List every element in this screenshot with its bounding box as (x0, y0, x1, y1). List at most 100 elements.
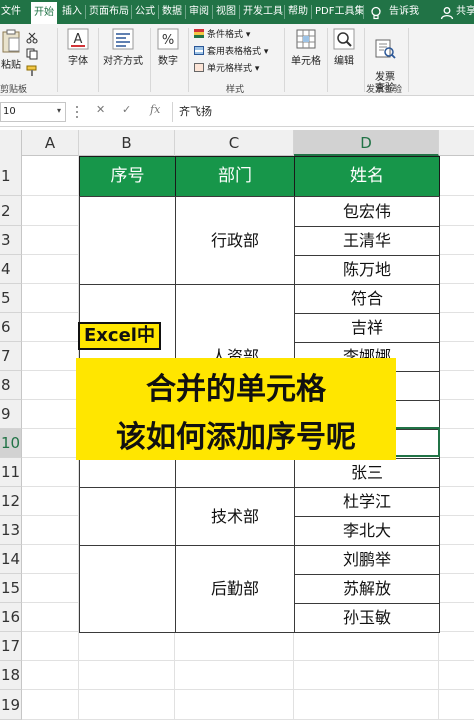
name-cell[interactable]: 吉祥 (294, 313, 440, 343)
row-header[interactable]: 17 (0, 632, 22, 661)
confirm-icon[interactable]: ✓ (122, 103, 131, 116)
search-icon (333, 28, 355, 50)
row-header[interactable]: 6 (0, 313, 22, 342)
seq-merged-cell[interactable] (79, 487, 176, 546)
row-header[interactable]: 11 (0, 458, 22, 487)
tab-help[interactable]: 帮助 (288, 0, 308, 24)
row-header[interactable]: 1 (0, 156, 22, 196)
name-cell[interactable]: 张三 (294, 458, 440, 488)
name-cell[interactable]: 李北大 (294, 516, 440, 546)
row-gridline (22, 689, 474, 690)
row-header[interactable]: 15 (0, 574, 22, 603)
cancel-icon[interactable]: ✕ (96, 103, 105, 116)
name-cell[interactable]: 陈万地 (294, 255, 440, 285)
seq-merged-cell[interactable] (79, 196, 176, 285)
row-header[interactable]: 12 (0, 487, 22, 516)
tab-divider (131, 5, 132, 19)
ribbon-group-divider (57, 28, 58, 92)
alignment-button[interactable]: 对齐方式 (100, 28, 146, 67)
tab-data[interactable]: 数据 (162, 0, 182, 24)
tell-me-search[interactable]: 告诉我 (389, 0, 419, 24)
select-all-corner[interactable] (0, 130, 22, 156)
font-button[interactable]: A 字体 (64, 28, 92, 67)
row-header[interactable]: 4 (0, 255, 22, 284)
share-person-icon[interactable] (440, 5, 454, 20)
tab-home[interactable]: 开始 (31, 2, 57, 24)
ribbon-group-divider (150, 28, 151, 92)
name-cell[interactable]: 苏解放 (294, 574, 440, 604)
tab-page-layout[interactable]: 页面布局 (89, 0, 129, 24)
cells-button[interactable]: 单元格 (288, 28, 324, 67)
invoice-check-group-label: 发票查验 (366, 85, 403, 95)
column-header-e[interactable] (439, 130, 474, 156)
formula-bar-divider (76, 116, 78, 118)
table-header-dept[interactable]: 部门 (175, 156, 295, 197)
banner-line-2: 该如何添加序号呢 (116, 420, 356, 455)
row-header[interactable]: 8 (0, 371, 22, 400)
lightbulb-icon[interactable] (369, 5, 383, 20)
row-header[interactable]: 13 (0, 516, 22, 545)
table-header-seq[interactable]: 序号 (79, 156, 176, 197)
name-cell[interactable]: 杜学江 (294, 487, 440, 517)
ribbon-group-divider (188, 28, 189, 92)
dept-merged-cell[interactable]: 技术部 (175, 487, 295, 546)
tab-formulas[interactable]: 公式 (135, 0, 155, 24)
seq-merged-cell[interactable] (79, 545, 176, 633)
excel-tag-label: Excel中 (78, 322, 161, 350)
dept-merged-cell[interactable]: 后勤部 (175, 545, 295, 633)
number-button[interactable]: % 数字 (154, 28, 182, 67)
tab-divider (185, 5, 186, 19)
paste-button[interactable]: 粘贴 (0, 28, 22, 71)
name-box-dropdown-icon[interactable]: ▾ (57, 106, 61, 115)
column-header-a[interactable]: A (22, 130, 79, 156)
tab-insert[interactable]: 插入 (62, 0, 82, 24)
name-cell[interactable]: 王清华 (294, 226, 440, 256)
table-header-name[interactable]: 姓名 (294, 156, 440, 197)
ribbon-home: 粘贴 剪贴板 A 字体 对齐方式 % 数字 条件格式 ▾ 套用表格格式 ▾ 单元… (0, 24, 474, 96)
table-format-button[interactable]: 套用表格格式 ▾ (194, 45, 268, 59)
tab-pdf-tools[interactable]: PDF工具集 (315, 0, 364, 24)
row-header[interactable]: 2 (0, 196, 22, 226)
row-header[interactable]: 16 (0, 603, 22, 632)
alignment-label: 对齐方式 (103, 56, 143, 67)
conditional-format-button[interactable]: 条件格式 ▾ (194, 28, 250, 42)
cell-style-icon (194, 63, 204, 72)
insert-function-icon[interactable]: fx (150, 103, 160, 116)
row-header[interactable]: 3 (0, 226, 22, 255)
styles-group-label: 样式 (226, 85, 245, 95)
format-painter-icon[interactable] (26, 62, 38, 81)
editing-label: 编辑 (334, 56, 354, 67)
tab-file[interactable]: 文件 (1, 0, 21, 24)
ribbon-group-divider (327, 28, 328, 92)
row-header[interactable]: 10 (0, 429, 22, 458)
editing-button[interactable]: 编辑 (330, 28, 358, 67)
cells-icon (296, 29, 316, 49)
invoice-search-icon (375, 39, 396, 59)
tab-developer[interactable]: 开发工具 (243, 0, 283, 24)
share-button[interactable]: 共享 (456, 0, 474, 24)
formula-input[interactable]: 齐飞扬 (172, 102, 474, 122)
column-header-c[interactable]: C (175, 130, 294, 156)
tab-divider (363, 5, 364, 19)
row-header[interactable]: 9 (0, 400, 22, 429)
clipboard-group-label: 剪贴板 (0, 85, 28, 95)
name-cell[interactable]: 包宏伟 (294, 196, 440, 227)
paste-icon (2, 29, 20, 53)
tab-review[interactable]: 审阅 (189, 0, 209, 24)
row-header[interactable]: 19 (0, 690, 22, 720)
name-cell[interactable]: 符合 (294, 284, 440, 314)
name-cell[interactable]: 孙玉敏 (294, 603, 440, 633)
name-cell[interactable]: 刘鹏举 (294, 545, 440, 575)
cell-style-button[interactable]: 单元格样式 ▾ (194, 62, 259, 76)
column-header-d[interactable]: D (294, 130, 439, 156)
number-label: 数字 (158, 56, 178, 67)
row-header[interactable]: 18 (0, 661, 22, 690)
row-header[interactable]: 14 (0, 545, 22, 574)
row-header[interactable]: 7 (0, 342, 22, 371)
dept-merged-cell[interactable]: 行政部 (175, 196, 295, 285)
tab-divider (284, 5, 285, 19)
column-header-b[interactable]: B (79, 130, 175, 156)
row-header[interactable]: 5 (0, 284, 22, 313)
tab-view[interactable]: 视图 (216, 0, 236, 24)
column-headers: A B C D (0, 130, 474, 156)
